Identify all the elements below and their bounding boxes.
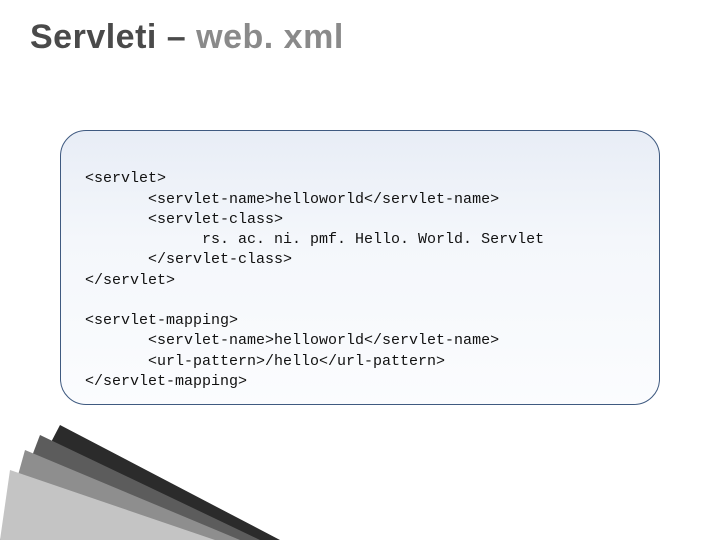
slide: Servleti – web. xml <servlet> <servlet-n… [0,0,720,540]
code-line: <servlet-mapping> [85,312,238,329]
code-line: <servlet-name>helloworld</servlet-name> [85,332,499,349]
code-line: <servlet-class> [85,211,283,228]
code-line: <servlet-name>helloworld</servlet-name> [85,191,499,208]
code-line: <servlet> [85,170,166,187]
code-line: </servlet-mapping> [85,373,247,390]
decorative-wedge-icon [0,425,280,540]
title-main: Servleti – [30,18,196,56]
code-line: </servlet-class> [85,251,292,268]
title-accent: web. xml [196,18,344,56]
code-line: rs. ac. ni. pmf. Hello. World. Servlet [85,231,544,248]
page-title: Servleti – web. xml [30,18,344,57]
code-block: <servlet> <servlet-name>helloworld</serv… [85,149,635,412]
code-box: <servlet> <servlet-name>helloworld</serv… [60,130,660,405]
code-line: </servlet> [85,272,175,289]
code-line: <url-pattern>/hello</url-pattern> [85,353,445,370]
